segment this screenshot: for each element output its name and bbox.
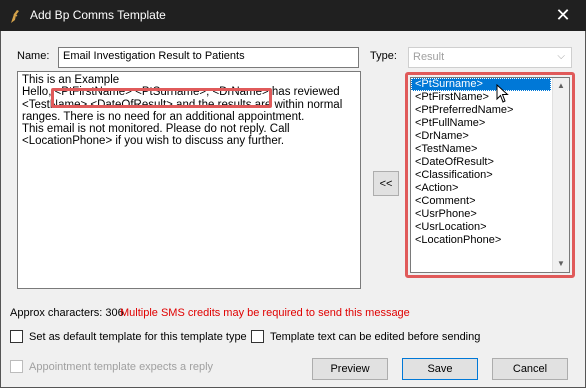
template-text-area[interactable]: This is an Example Hello, <PtFirstName> … (17, 71, 361, 289)
editable-label: Template text can be edited before sendi… (270, 330, 481, 343)
list-item[interactable]: <PtFullName> (411, 117, 569, 130)
mouse-cursor-icon (496, 84, 509, 103)
default-template-label: Set as default template for this templat… (29, 330, 247, 343)
list-item[interactable]: <DateOfResult> (411, 156, 569, 169)
chevron-down-icon: ⌵ (557, 51, 565, 62)
close-icon[interactable]: ✕ (540, 0, 586, 31)
expects-reply-option: Appointment template expects a reply (10, 360, 213, 373)
approx-characters: Approx characters: 306 (10, 307, 124, 319)
list-item[interactable]: <Classification> (411, 169, 569, 182)
cancel-button[interactable]: Cancel (492, 358, 568, 380)
sms-warning: Multiple SMS credits may be required to … (120, 307, 410, 319)
list-item[interactable]: <UsrPhone> (411, 208, 569, 221)
save-button[interactable]: Save (402, 358, 478, 380)
template-line: This email is not monitored. Please do n… (22, 123, 290, 136)
list-item[interactable]: <DrName> (411, 130, 569, 143)
name-field[interactable]: Email Investigation Result to Patients (58, 47, 359, 68)
list-item[interactable]: <Comment> (411, 195, 569, 208)
editable-checkbox[interactable] (251, 330, 264, 343)
type-label: Type: (370, 50, 397, 62)
expects-reply-label: Appointment template expects a reply (29, 360, 214, 373)
app-icon (11, 10, 19, 23)
preview-button[interactable]: Preview (312, 358, 388, 380)
list-scrollbar[interactable]: ▲ ▼ (552, 78, 569, 272)
list-item[interactable]: <PtSurname> (411, 78, 551, 91)
list-item[interactable]: <TestName> (411, 143, 569, 156)
scroll-up-icon[interactable]: ▲ (553, 78, 569, 94)
default-template-option[interactable]: Set as default template for this templat… (10, 330, 247, 343)
scroll-down-icon[interactable]: ▼ (553, 256, 569, 272)
template-line: <TestName> <DateOfResult> and the result… (22, 98, 343, 111)
template-line: This is an Example (22, 74, 120, 86)
default-template-checkbox[interactable] (10, 330, 23, 343)
template-line: ranges. There is no need for an addition… (22, 110, 305, 123)
list-item[interactable]: <PtFirstName> (411, 91, 569, 104)
list-item[interactable]: <LocationPhone> (411, 234, 569, 247)
title-bar: Add Bp Comms Template ✕ (0, 0, 586, 31)
type-dropdown[interactable]: Result ⌵ (408, 47, 572, 68)
name-label: Name: (17, 50, 50, 62)
merge-field-list[interactable]: <PtSurname> <PtFirstName> <PtPreferredNa… (410, 77, 570, 273)
expects-reply-checkbox (10, 360, 23, 373)
type-value: Result (413, 51, 445, 63)
insert-field-button[interactable]: << (373, 171, 399, 196)
list-item[interactable]: <UsrLocation> (411, 221, 569, 234)
window-title: Add Bp Comms Template (30, 8, 166, 22)
editable-option[interactable]: Template text can be edited before sendi… (251, 330, 480, 343)
template-line: Hello, <PtFirstName> <PtSurname>, <DrNam… (22, 86, 340, 99)
list-item[interactable]: <Action> (411, 182, 569, 195)
list-item[interactable]: <PtPreferredName> (411, 104, 569, 117)
template-line: <LocationPhone> if you wish to discuss a… (22, 135, 285, 148)
